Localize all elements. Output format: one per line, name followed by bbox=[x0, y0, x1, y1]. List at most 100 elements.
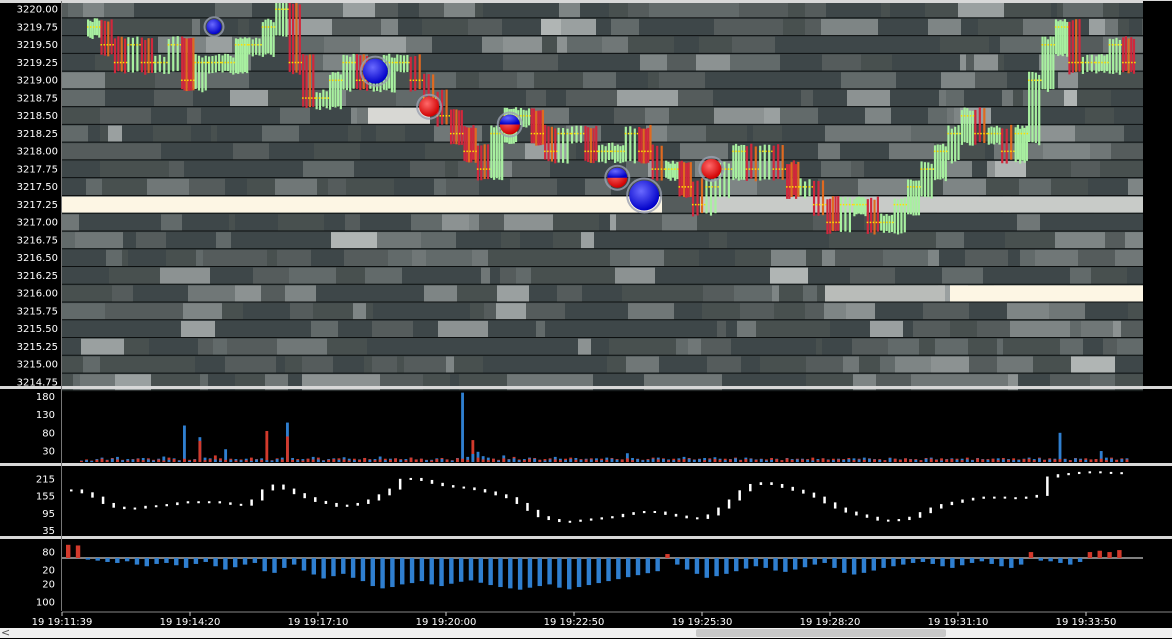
heatmap-cell bbox=[475, 1, 483, 18]
scroll-left-arrow-icon[interactable]: < bbox=[1, 626, 10, 639]
heatmap-cell bbox=[404, 356, 446, 373]
volume-bar bbox=[646, 459, 650, 462]
delta-bar bbox=[1087, 552, 1093, 558]
scrollbar-thumb[interactable] bbox=[696, 629, 946, 637]
candle-bar bbox=[705, 178, 708, 214]
candle-bar bbox=[522, 109, 525, 127]
poc-dot bbox=[243, 44, 246, 46]
volume-bar bbox=[219, 460, 222, 462]
oscillator-mark bbox=[600, 517, 603, 520]
heatmap-cell bbox=[183, 303, 222, 320]
poc-dot bbox=[677, 168, 679, 170]
poc-dot bbox=[754, 168, 757, 170]
heatmap-cell bbox=[451, 214, 469, 231]
heatmap-cell bbox=[731, 338, 776, 355]
heatmap-cell bbox=[964, 232, 1005, 249]
poc-dot bbox=[987, 132, 990, 135]
candle-bar bbox=[616, 144, 619, 162]
volume-bar bbox=[270, 460, 274, 462]
volume-bar bbox=[486, 460, 490, 462]
heatmap-cell bbox=[913, 320, 950, 338]
heatmap-cell bbox=[62, 161, 100, 178]
poc-dot bbox=[674, 168, 676, 170]
delta-bar bbox=[115, 558, 120, 563]
delta-bar bbox=[350, 558, 356, 578]
volume-bar bbox=[600, 460, 604, 462]
heatmap-cell bbox=[1055, 232, 1105, 249]
heatmap-cell bbox=[327, 338, 367, 355]
poc-dot bbox=[942, 150, 945, 153]
heatmap-cell bbox=[975, 72, 1007, 89]
heatmap-cell bbox=[406, 36, 432, 53]
heatmap-cell bbox=[553, 232, 581, 249]
volume-tick-label: 80 bbox=[42, 428, 55, 439]
candle-bar bbox=[893, 198, 896, 234]
candle-bar bbox=[120, 36, 123, 72]
candle-bar bbox=[740, 144, 743, 180]
poc-dot bbox=[248, 44, 250, 46]
candle-bar bbox=[176, 36, 179, 71]
heatmap-cell bbox=[978, 18, 1011, 36]
heatmap-cell bbox=[780, 107, 818, 124]
poc-dot bbox=[1034, 79, 1036, 82]
poc-dot bbox=[872, 221, 875, 224]
heatmap-cell bbox=[367, 338, 415, 355]
candle-bar bbox=[915, 180, 918, 216]
volume-bar bbox=[419, 458, 423, 462]
poc-dot bbox=[496, 132, 498, 135]
poc-dot bbox=[977, 132, 979, 135]
candle-bar bbox=[795, 164, 798, 199]
heatmap-cell bbox=[68, 1, 83, 18]
delta-bar bbox=[763, 558, 768, 568]
poc-dot bbox=[609, 150, 612, 153]
heatmap-cell bbox=[215, 1, 252, 18]
poc-dot bbox=[711, 186, 713, 188]
heatmap-cell bbox=[348, 125, 361, 142]
poc-dot bbox=[878, 221, 881, 224]
heatmap-cell bbox=[438, 320, 488, 338]
poc-dot bbox=[590, 150, 592, 153]
heatmap-cell bbox=[211, 125, 217, 142]
candle-bar bbox=[187, 38, 191, 91]
heatmap-cell bbox=[753, 125, 782, 142]
candle-bar bbox=[107, 21, 110, 57]
horizontal-scrollbar[interactable]: < bbox=[0, 626, 1172, 639]
heatmap-cell bbox=[198, 338, 213, 355]
heatmap-cell bbox=[516, 267, 531, 284]
volume-bar bbox=[656, 459, 660, 462]
poc-dot bbox=[246, 44, 249, 46]
heatmap-cell bbox=[206, 36, 232, 53]
delta-bar bbox=[999, 558, 1004, 567]
heatmap-cell bbox=[546, 89, 566, 107]
delta-bar bbox=[802, 558, 808, 568]
poc-dot bbox=[913, 186, 915, 188]
heatmap-cell bbox=[122, 125, 153, 142]
poc-dot bbox=[197, 61, 200, 64]
heatmap-cell bbox=[780, 54, 822, 71]
heatmap-cell bbox=[895, 356, 931, 373]
heatmap-cell bbox=[417, 303, 442, 320]
candle-bar bbox=[418, 54, 421, 90]
heatmap-cell bbox=[1013, 89, 1023, 107]
heatmap-cell bbox=[484, 303, 496, 320]
heatmap-cell bbox=[591, 338, 609, 355]
heatmap-cell bbox=[529, 285, 557, 302]
candle-bar bbox=[624, 126, 627, 162]
candle-bar bbox=[554, 128, 557, 164]
volume-bar bbox=[744, 459, 748, 462]
candle-bar bbox=[817, 180, 820, 216]
candle-bar bbox=[458, 110, 461, 146]
heatmap-cell bbox=[818, 107, 865, 124]
volume-bar bbox=[183, 458, 186, 462]
oscillator-mark bbox=[282, 484, 285, 490]
chart-canvas: 3220.003219.753219.503219.253219.003218.… bbox=[0, 0, 1172, 628]
heatmap-cell bbox=[609, 285, 622, 302]
volume-bar bbox=[991, 458, 995, 462]
poc-dot bbox=[966, 115, 969, 117]
poc-dot bbox=[418, 79, 421, 82]
heatmap-cell bbox=[818, 143, 840, 160]
heatmap-cell bbox=[381, 285, 424, 302]
heatmap-cell bbox=[295, 1, 343, 18]
panel-divider bbox=[0, 463, 1172, 466]
volume-bar bbox=[1012, 460, 1016, 462]
